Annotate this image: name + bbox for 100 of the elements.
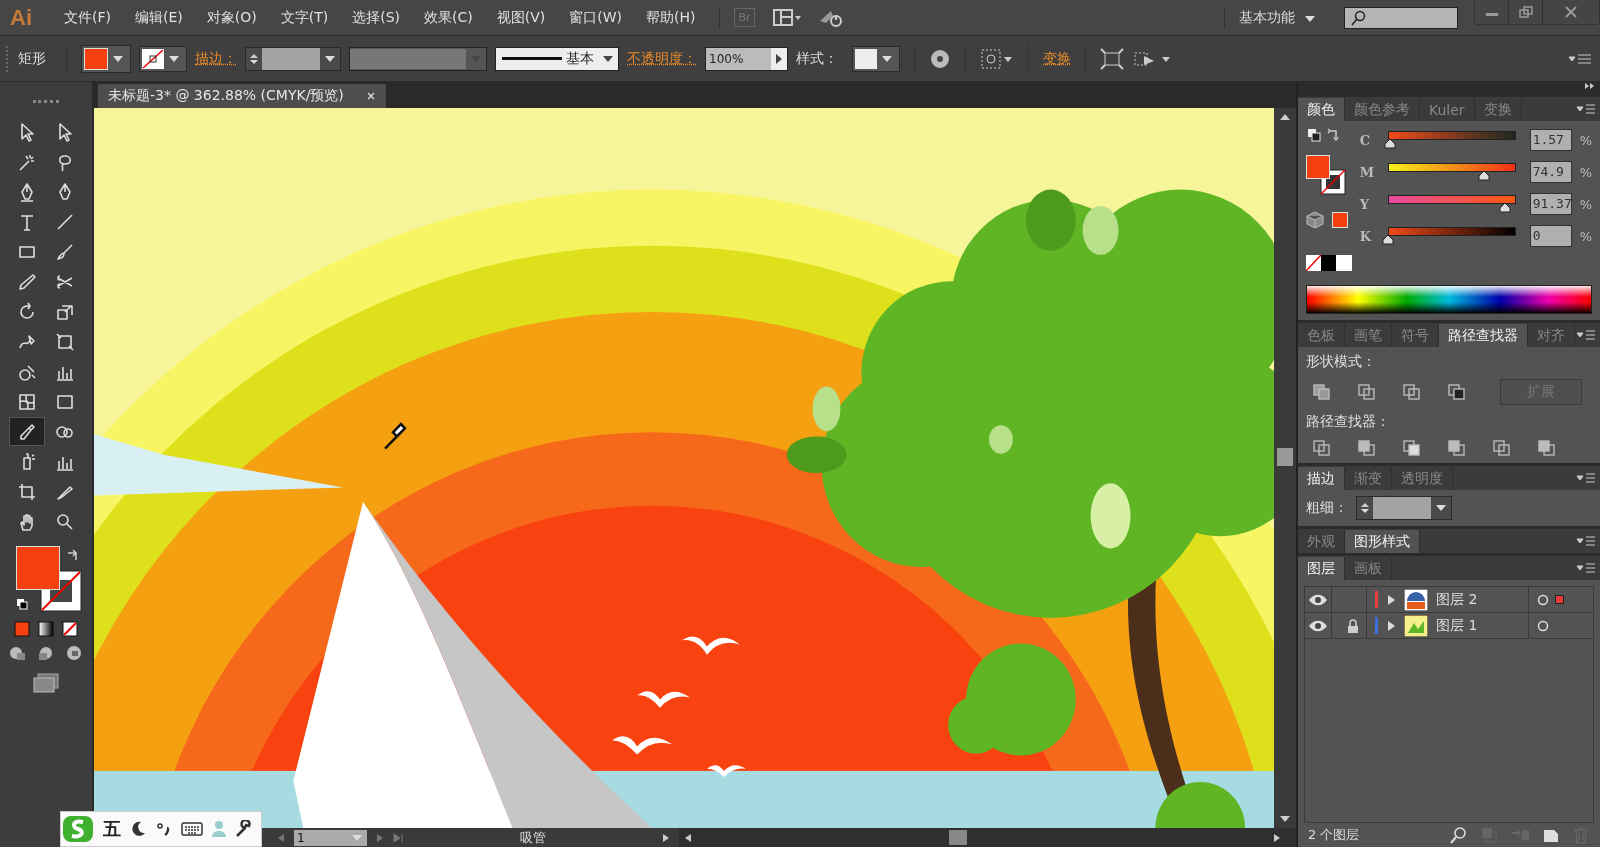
spin-down-icon[interactable] <box>250 59 258 64</box>
shape-mode-icon[interactable] <box>1402 383 1422 401</box>
default-colors-icon[interactable] <box>16 598 28 610</box>
scrollbar-thumb[interactable] <box>1277 448 1293 466</box>
menu-item[interactable]: 文件(F) <box>54 8 121 27</box>
panel-menu-icon[interactable] <box>1568 51 1592 66</box>
stroke-style-dropdown[interactable]: 基本 <box>495 46 619 71</box>
status-menu-icon[interactable] <box>661 832 671 843</box>
layout-icon[interactable] <box>772 7 803 28</box>
cube-icon[interactable] <box>1306 211 1324 229</box>
layer-row[interactable]: 图层 1 <box>1305 613 1593 639</box>
fill-swatch[interactable] <box>1306 155 1330 179</box>
scroll-up-icon[interactable] <box>1279 112 1291 122</box>
opacity-link[interactable]: 不透明度： <box>627 49 697 68</box>
transform-link[interactable]: 变换 <box>1043 49 1071 68</box>
panel-menu-icon[interactable] <box>1576 535 1596 547</box>
lock-icon[interactable] <box>1347 618 1359 633</box>
keyboard-icon[interactable] <box>181 821 203 837</box>
graphic-style-dropdown[interactable] <box>852 45 900 72</box>
stroke-color-dropdown[interactable] <box>139 45 187 72</box>
pathfinder-icon[interactable] <box>1402 439 1422 457</box>
scrollbar-thumb[interactable] <box>949 830 967 845</box>
expand-triangle-icon[interactable] <box>1386 593 1396 606</box>
next-page-icon[interactable] <box>375 832 385 843</box>
close-icon[interactable] <box>365 91 376 101</box>
expand-triangle-icon[interactable] <box>1386 619 1396 632</box>
fill-swatch[interactable] <box>16 546 60 590</box>
shape-mode-icon[interactable] <box>1312 383 1332 401</box>
menu-item[interactable]: 文字(T) <box>270 8 339 27</box>
panel-tab[interactable]: 颜色 <box>1298 98 1345 121</box>
slider-thumb[interactable] <box>1381 235 1394 245</box>
scroll-left-icon[interactable] <box>683 832 693 843</box>
moon-icon[interactable] <box>129 820 147 838</box>
stroke-weight-field[interactable] <box>245 46 341 71</box>
page-dropdown[interactable]: 1 <box>294 829 367 846</box>
eye-icon[interactable] <box>1308 619 1328 632</box>
default-swatches[interactable] <box>1306 255 1352 271</box>
panel-tab[interactable]: 图层 <box>1298 557 1345 580</box>
ime-logo-icon[interactable] <box>61 814 95 844</box>
document-tab[interactable]: 未标题-3* @ 362.88% (CMYK/预览) <box>98 84 386 108</box>
menu-item[interactable]: 效果(C) <box>414 8 483 27</box>
recolor-icon[interactable] <box>929 47 951 70</box>
pathfinder-icon[interactable] <box>1492 439 1512 457</box>
channel-value-field[interactable]: 91.37 <box>1529 193 1572 215</box>
target-icon[interactable] <box>1537 593 1549 606</box>
fill-color-dropdown[interactable] <box>81 44 131 73</box>
pathfinder-icon[interactable] <box>1357 439 1377 457</box>
menu-item[interactable]: 视图(V) <box>486 8 556 27</box>
none-mode-icon[interactable] <box>61 620 79 638</box>
previous-page-icon[interactable] <box>276 832 286 843</box>
spin-up-icon[interactable] <box>1361 503 1369 507</box>
menu-item[interactable]: 对象(O) <box>196 8 267 27</box>
screen-mode-icon[interactable] <box>31 672 61 694</box>
stroke-weight-field[interactable] <box>1356 496 1452 520</box>
slider-thumb[interactable] <box>1383 139 1396 149</box>
scroll-right-icon[interactable] <box>1272 832 1282 843</box>
selection-indicator[interactable] <box>1555 595 1564 604</box>
layer-row[interactable]: 图层 2 <box>1305 587 1593 613</box>
minimize-button[interactable] <box>1475 0 1509 24</box>
panel-menu-icon[interactable] <box>1576 562 1596 574</box>
channel-value-field[interactable]: 0 <box>1529 225 1572 247</box>
variable-width-dropdown[interactable] <box>349 46 487 71</box>
spin-down-icon[interactable] <box>1361 509 1369 513</box>
align-icon[interactable] <box>980 47 1014 70</box>
search-field[interactable] <box>1344 6 1458 29</box>
channel-value-field[interactable]: 1.57 <box>1529 129 1572 151</box>
menu-item[interactable]: 帮助(H) <box>636 8 706 27</box>
last-page-icon[interactable] <box>393 832 405 843</box>
panel-menu-icon[interactable] <box>1576 472 1596 484</box>
menu-item[interactable]: 编辑(E) <box>125 8 193 27</box>
ime-mode-label[interactable]: 五 <box>103 817 121 841</box>
wrench-icon[interactable] <box>235 820 253 838</box>
eye-icon[interactable] <box>1308 593 1328 606</box>
target-icon[interactable] <box>1537 619 1549 632</box>
opacity-field[interactable]: 100% <box>705 46 788 71</box>
panel-tab[interactable]: 路径查找器 <box>1439 324 1528 347</box>
shape-mode-icon[interactable] <box>1357 383 1377 401</box>
tool-button[interactable] <box>9 417 45 446</box>
workspace-switcher[interactable]: 基本功能 <box>1224 7 1326 28</box>
channel-value-field[interactable]: 74.9 <box>1529 161 1572 183</box>
panel-menu-icon[interactable] <box>1576 103 1596 115</box>
panel-tab[interactable]: 描边 <box>1298 467 1345 490</box>
search-icon[interactable] <box>1450 826 1468 844</box>
stroke-link[interactable]: 描边： <box>195 49 237 68</box>
panel-tab[interactable]: 图形样式 <box>1345 530 1420 553</box>
isolate-icon[interactable] <box>1100 47 1124 70</box>
gamut-swatch[interactable] <box>1332 212 1348 228</box>
gradient-mode-icon[interactable] <box>37 620 55 638</box>
pathfinder-icon[interactable] <box>1537 439 1557 457</box>
spin-up-icon[interactable] <box>250 53 258 58</box>
scroll-down-icon[interactable] <box>1279 814 1291 824</box>
pathfinder-icon[interactable] <box>1447 439 1467 457</box>
swap-icon[interactable] <box>66 548 80 562</box>
panel-menu-icon[interactable] <box>1576 329 1596 341</box>
pathfinder-icon[interactable] <box>1312 439 1332 457</box>
menu-item[interactable]: 选择(S) <box>342 8 410 27</box>
menu-item[interactable]: 窗口(W) <box>559 8 632 27</box>
color-mode-icon[interactable] <box>13 620 31 638</box>
color-spectrum[interactable] <box>1306 285 1592 314</box>
shape-mode-icon[interactable] <box>1447 383 1467 401</box>
